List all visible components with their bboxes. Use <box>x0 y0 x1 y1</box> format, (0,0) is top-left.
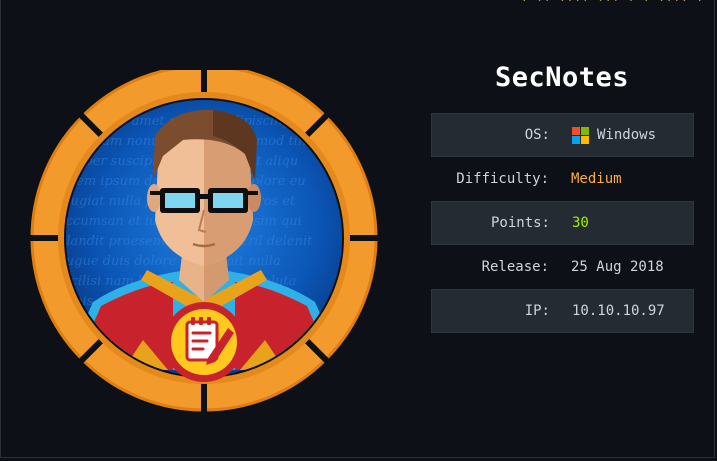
machine-card: · ·· ···· ··· · · ···· · amet adipiscing… <box>0 0 715 458</box>
windows-icon <box>572 126 589 144</box>
difficulty-value: Medium <box>571 171 622 187</box>
info-row-points: Points: 30 <box>431 201 694 245</box>
release-label: Release: <box>481 259 549 275</box>
os-label: OS: <box>524 127 550 143</box>
info-row-difficulty: Difficulty: Medium <box>431 157 694 201</box>
info-row-ip: IP: 10.10.10.97 <box>431 289 694 333</box>
ip-value: 10.10.10.97 <box>572 303 665 319</box>
machine-avatar: dolor sit amet consect adipiscing elit s… <box>30 70 378 412</box>
points-label: Points: <box>490 215 550 231</box>
release-value: 25 Aug 2018 <box>571 259 664 275</box>
os-value: Windows <box>562 126 693 144</box>
svg-text:augue duis dolore te feugait n: augue duis dolore te feugait nulla <box>58 254 281 269</box>
machine-title: SecNotes <box>494 62 630 93</box>
difficulty-label: Difficulty: <box>456 171 549 187</box>
os-value-text: Windows <box>597 127 657 143</box>
info-row-os: OS: Windows <box>431 113 694 157</box>
info-row-release: Release: 25 Aug 2018 <box>431 245 694 289</box>
top-fragment: · ·· ···· ··· · · ···· · <box>521 0 704 7</box>
machine-info-table: OS: Windows Difficulty: Medium Points: 3… <box>431 113 694 333</box>
ip-label: IP: <box>524 303 550 319</box>
points-value: 30 <box>572 215 589 231</box>
